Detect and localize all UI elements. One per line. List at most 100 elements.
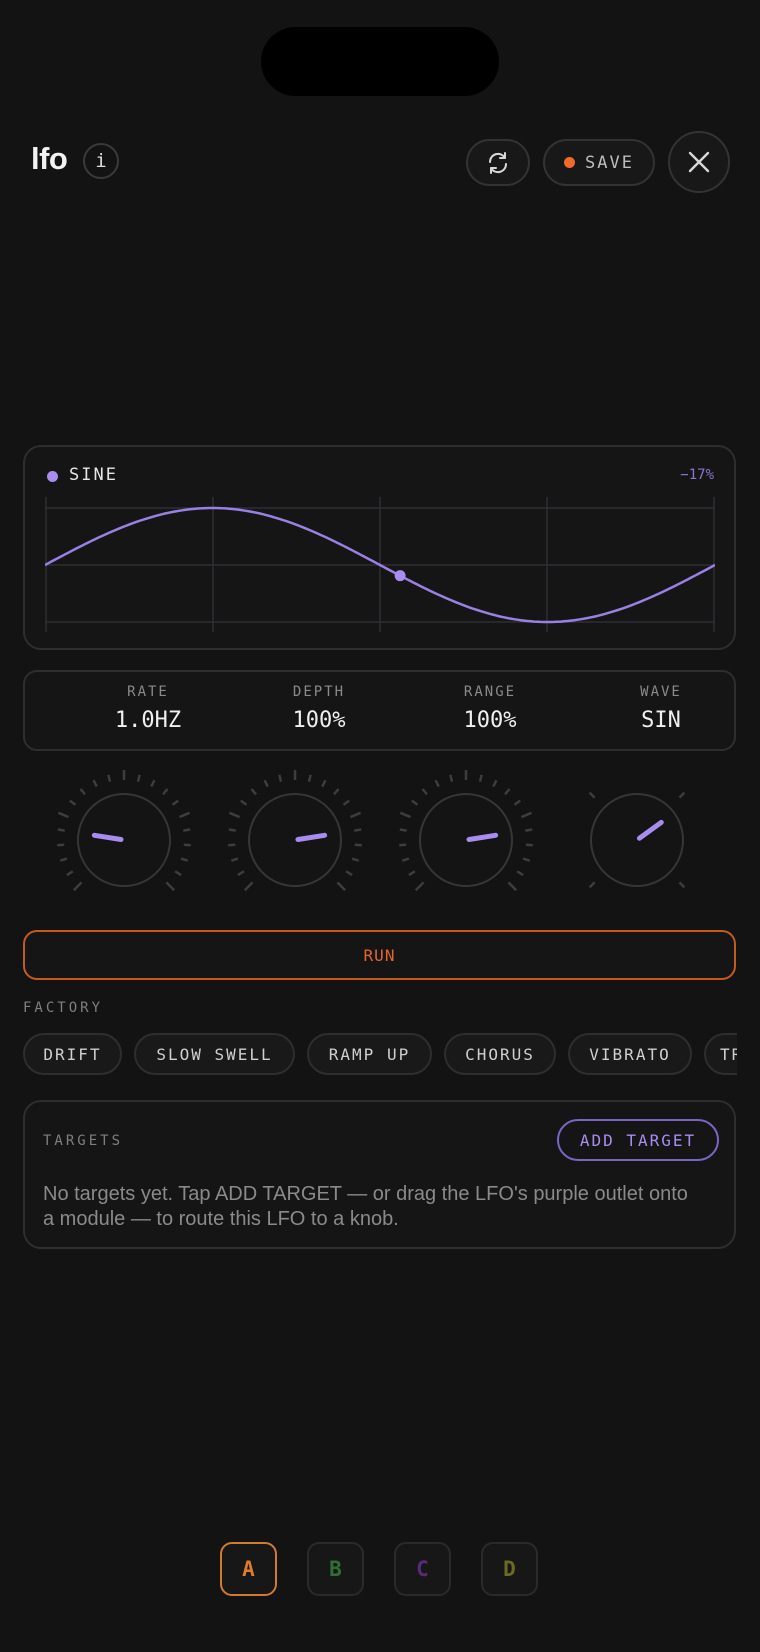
close-button[interactable] [668, 131, 730, 193]
preset-chip-drift[interactable]: DRIFT [23, 1033, 122, 1075]
bank-tab-c[interactable]: C [394, 1542, 451, 1596]
info-button[interactable]: i [83, 143, 119, 179]
knob-tick [92, 779, 98, 788]
param-label: WAVE [640, 684, 682, 700]
knob-tick [349, 811, 362, 819]
wave-indicator-dot [47, 471, 58, 482]
param-label: DEPTH [292, 684, 346, 700]
close-icon [688, 151, 710, 173]
knob-tick [72, 881, 83, 892]
current-value: −17% [680, 467, 714, 483]
save-button[interactable]: SAVE [543, 139, 655, 186]
knob-tick [243, 881, 254, 892]
preset-chip-row[interactable]: DRIFT SLOW SWELL RAMP UP CHORUS VIBRATO … [23, 1033, 737, 1077]
preset-chip-ramp-up[interactable]: RAMP UP [307, 1033, 432, 1075]
knob-tick [399, 828, 407, 832]
knob-tick [178, 811, 191, 819]
page-title: lfo [31, 141, 68, 176]
knob-tick [150, 779, 156, 788]
param-value: SIN [641, 708, 681, 733]
waveform-plot [45, 497, 715, 632]
preset-chip-vibrato[interactable]: VIBRATO [568, 1033, 692, 1075]
rate-knob[interactable] [54, 770, 194, 910]
knob-tick [66, 870, 74, 877]
knob-tick [351, 857, 360, 862]
knob-tick [507, 881, 518, 892]
knob-tick [237, 870, 245, 877]
knob-tick [321, 779, 327, 788]
knob-tick [342, 799, 350, 806]
knob-tick [504, 788, 511, 796]
knob-tick [107, 774, 112, 782]
preset-chip-tr[interactable]: TR [704, 1033, 737, 1075]
bank-tab-d[interactable]: D [481, 1542, 538, 1596]
param-range: RANGE 100% [405, 684, 575, 733]
refresh-button[interactable] [466, 139, 530, 186]
knob-body [419, 793, 513, 887]
param-label: RANGE [463, 684, 517, 700]
knob-tick [228, 828, 236, 832]
save-label: SAVE [585, 152, 634, 173]
targets-panel: TARGETS ADD TARGET No targets yet. Tap A… [23, 1100, 736, 1249]
knob-tick [525, 843, 533, 847]
knob-tick [162, 788, 169, 796]
knob-body [590, 793, 684, 887]
knob-tick [240, 799, 248, 806]
refresh-icon [488, 151, 508, 174]
knob-tick [183, 828, 191, 832]
knob-tick [333, 788, 340, 796]
knob-tick [492, 779, 498, 788]
knob-tick [411, 799, 419, 806]
knob-tick [345, 870, 353, 877]
knob-tick [414, 881, 425, 892]
knob-tick [136, 774, 141, 782]
knob-tick [57, 843, 65, 847]
param-value: 1.0HZ [114, 708, 182, 733]
knob-tick [263, 779, 269, 788]
bank-tab-a[interactable]: A [220, 1542, 277, 1596]
knob-tick [69, 799, 77, 806]
targets-label: TARGETS [43, 1133, 124, 1149]
knob-body [77, 793, 171, 887]
knob-tick [678, 791, 686, 799]
depth-knob[interactable] [225, 770, 365, 910]
dynamic-island [261, 27, 499, 96]
knob-tick [336, 881, 347, 892]
knob-tick [250, 788, 257, 796]
knob-tick [354, 843, 362, 847]
knob-tick [516, 870, 524, 877]
param-value: 100% [463, 708, 517, 733]
knob-tick [678, 881, 686, 889]
preset-chip-chorus[interactable]: CHORUS [444, 1033, 556, 1075]
bank-tab-b[interactable]: B [307, 1542, 364, 1596]
params-readout: RATE 1.0HZ DEPTH 100% RANGE 100% WAVE SI… [23, 670, 736, 751]
knob-tick [520, 811, 533, 819]
wave-knob[interactable] [567, 770, 707, 910]
info-icon: i [95, 150, 107, 172]
run-button[interactable]: RUN [23, 930, 736, 980]
knob-tick [57, 811, 70, 819]
knob-tick [307, 774, 312, 782]
knob-tick [408, 870, 416, 877]
knob-tick [354, 828, 362, 832]
knob-tick [399, 843, 407, 847]
knob-tick [478, 774, 483, 782]
preset-chip-slow-swell[interactable]: SLOW SWELL [134, 1033, 295, 1075]
knob-tick [171, 799, 179, 806]
param-wave: WAVE SIN [576, 684, 746, 733]
knob-tick [230, 857, 239, 862]
knob-body [248, 793, 342, 887]
knob-tick [522, 857, 531, 862]
knob-tick [79, 788, 86, 796]
param-label: RATE [127, 684, 169, 700]
knob-tick [449, 774, 454, 782]
knob-tick [57, 828, 65, 832]
knob-tick [401, 857, 410, 862]
wave-name: SINE [69, 465, 118, 485]
knob-tick [434, 779, 440, 788]
add-target-button[interactable]: ADD TARGET [557, 1119, 719, 1161]
knob-tick [165, 881, 176, 892]
lfo-scope: SINE −17% [23, 445, 736, 650]
range-knob[interactable] [396, 770, 536, 910]
knob-tick [180, 857, 189, 862]
